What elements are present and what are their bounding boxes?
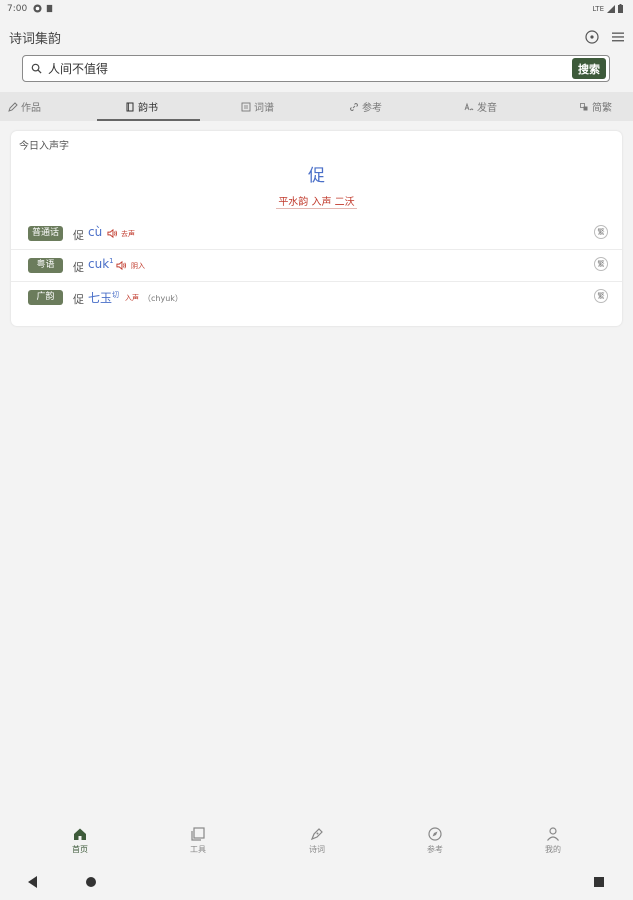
tone-number: 1	[109, 257, 114, 265]
nav-label: 参考	[427, 845, 443, 854]
reading-char: 促	[73, 229, 84, 242]
nav-poetry[interactable]: 诗词	[277, 826, 357, 855]
home-icon	[74, 828, 86, 840]
pronunciation-icon	[464, 102, 474, 110]
tab-label: 参考	[362, 103, 382, 114]
home-circle-icon[interactable]	[86, 877, 96, 887]
recents-icon[interactable]	[594, 877, 604, 887]
search-button[interactable]: 搜索	[572, 58, 606, 79]
reading-row-guangyun: 广韵 促 七玉切 入声 （chyuk） 繁	[11, 281, 622, 313]
ci-icon	[241, 102, 251, 111]
nav-label: 工具	[190, 845, 206, 854]
poetry-icon	[310, 828, 323, 841]
status-right: LTE	[592, 4, 623, 13]
rhyme-category[interactable]: 平水韵 入声 二沃	[11, 193, 622, 209]
tab-bar: 作品 韵书 词谱 参考 发音 简繁	[0, 92, 633, 121]
system-navigation	[0, 866, 633, 900]
traditional-toggle[interactable]: 繁	[594, 225, 608, 239]
tab-reference[interactable]: 参考	[313, 92, 418, 121]
reading-char: 促	[73, 293, 84, 306]
nav-reference[interactable]: 参考	[395, 826, 475, 855]
book-icon	[126, 102, 134, 111]
tab-pronunciation[interactable]: 发音	[428, 92, 533, 121]
rhyme-text: 平水韵 入声 二沃	[276, 197, 357, 209]
nav-label: 我的	[545, 845, 561, 854]
fanqie-suffix: 切	[112, 291, 120, 299]
tab-works[interactable]: 作品	[0, 92, 77, 121]
tab-rhyme-book[interactable]: 韵书	[89, 92, 200, 121]
reading-row-mandarin: 普通话 促 cù 去声 繁	[11, 218, 622, 249]
nav-label: 首页	[72, 845, 88, 854]
speaker-icon[interactable]	[116, 260, 127, 271]
nav-tools[interactable]: 工具	[158, 826, 238, 855]
signal-icon	[607, 4, 615, 13]
tone-label: 阴入	[131, 262, 145, 270]
tab-label: 韵书	[138, 103, 158, 114]
search-bar: 搜索	[22, 55, 610, 82]
nav-home[interactable]: 首页	[40, 826, 120, 855]
pencil-icon	[8, 101, 18, 112]
tab-label: 词谱	[254, 103, 274, 114]
romanization-text: cù	[88, 225, 103, 239]
romanization: cuk1	[88, 257, 114, 271]
featured-character[interactable]: 促	[11, 161, 622, 186]
app-title: 诗词集韵	[9, 32, 62, 47]
reading-row-cantonese: 粤语 促 cuk1 阴入 繁	[11, 249, 622, 281]
romanization-text: cuk	[88, 257, 110, 271]
tab-simplified-traditional[interactable]: 简繁	[543, 92, 633, 121]
tools-icon	[191, 827, 205, 841]
tab-label: 作品	[21, 103, 41, 114]
traditional-toggle[interactable]: 繁	[594, 289, 608, 303]
reading-badge: 广韵	[28, 290, 63, 305]
convert-icon	[580, 102, 588, 110]
back-icon[interactable]	[28, 876, 37, 888]
fanqie: 七玉切	[88, 289, 119, 306]
tab-label: 简繁	[592, 103, 612, 114]
link-icon	[350, 102, 358, 111]
search-input[interactable]	[48, 59, 568, 78]
nav-label: 诗词	[309, 845, 325, 854]
menu-icon[interactable]	[610, 29, 626, 45]
compass-icon	[428, 827, 442, 841]
daily-character-card: 今日入声字 促 平水韵 入声 二沃 普通话 促 cù 去声 繁 粤语 促 cuk…	[11, 131, 622, 326]
person-icon	[547, 827, 559, 841]
transliteration: （chyuk）	[143, 294, 183, 303]
reading-badge: 粤语	[28, 258, 63, 273]
tone-label: 入声	[125, 294, 139, 302]
card-title: 今日入声字	[19, 141, 69, 152]
speaker-icon[interactable]	[107, 228, 118, 239]
search-icon	[31, 63, 42, 74]
status-bar: 7:00 LTE	[0, 0, 633, 20]
fanqie-text: 七玉	[88, 291, 113, 305]
sim-card-icon	[46, 4, 53, 13]
tone-label: 去声	[121, 230, 135, 238]
tab-label: 发音	[477, 103, 497, 114]
status-time: 7:00	[7, 4, 28, 14]
battery-icon	[618, 4, 623, 13]
tab-ci-pu[interactable]: 词谱	[205, 92, 310, 121]
traditional-toggle[interactable]: 繁	[594, 257, 608, 271]
notification-icon	[33, 4, 42, 13]
bottom-navigation: 首页 工具 诗词 参考 我的	[0, 820, 633, 862]
network-type: LTE	[592, 4, 604, 13]
reading-char: 促	[73, 261, 84, 274]
add-circle-icon[interactable]	[584, 29, 600, 45]
romanization: cù	[88, 225, 102, 239]
nav-profile[interactable]: 我的	[513, 826, 593, 855]
reading-badge: 普通话	[28, 226, 63, 241]
